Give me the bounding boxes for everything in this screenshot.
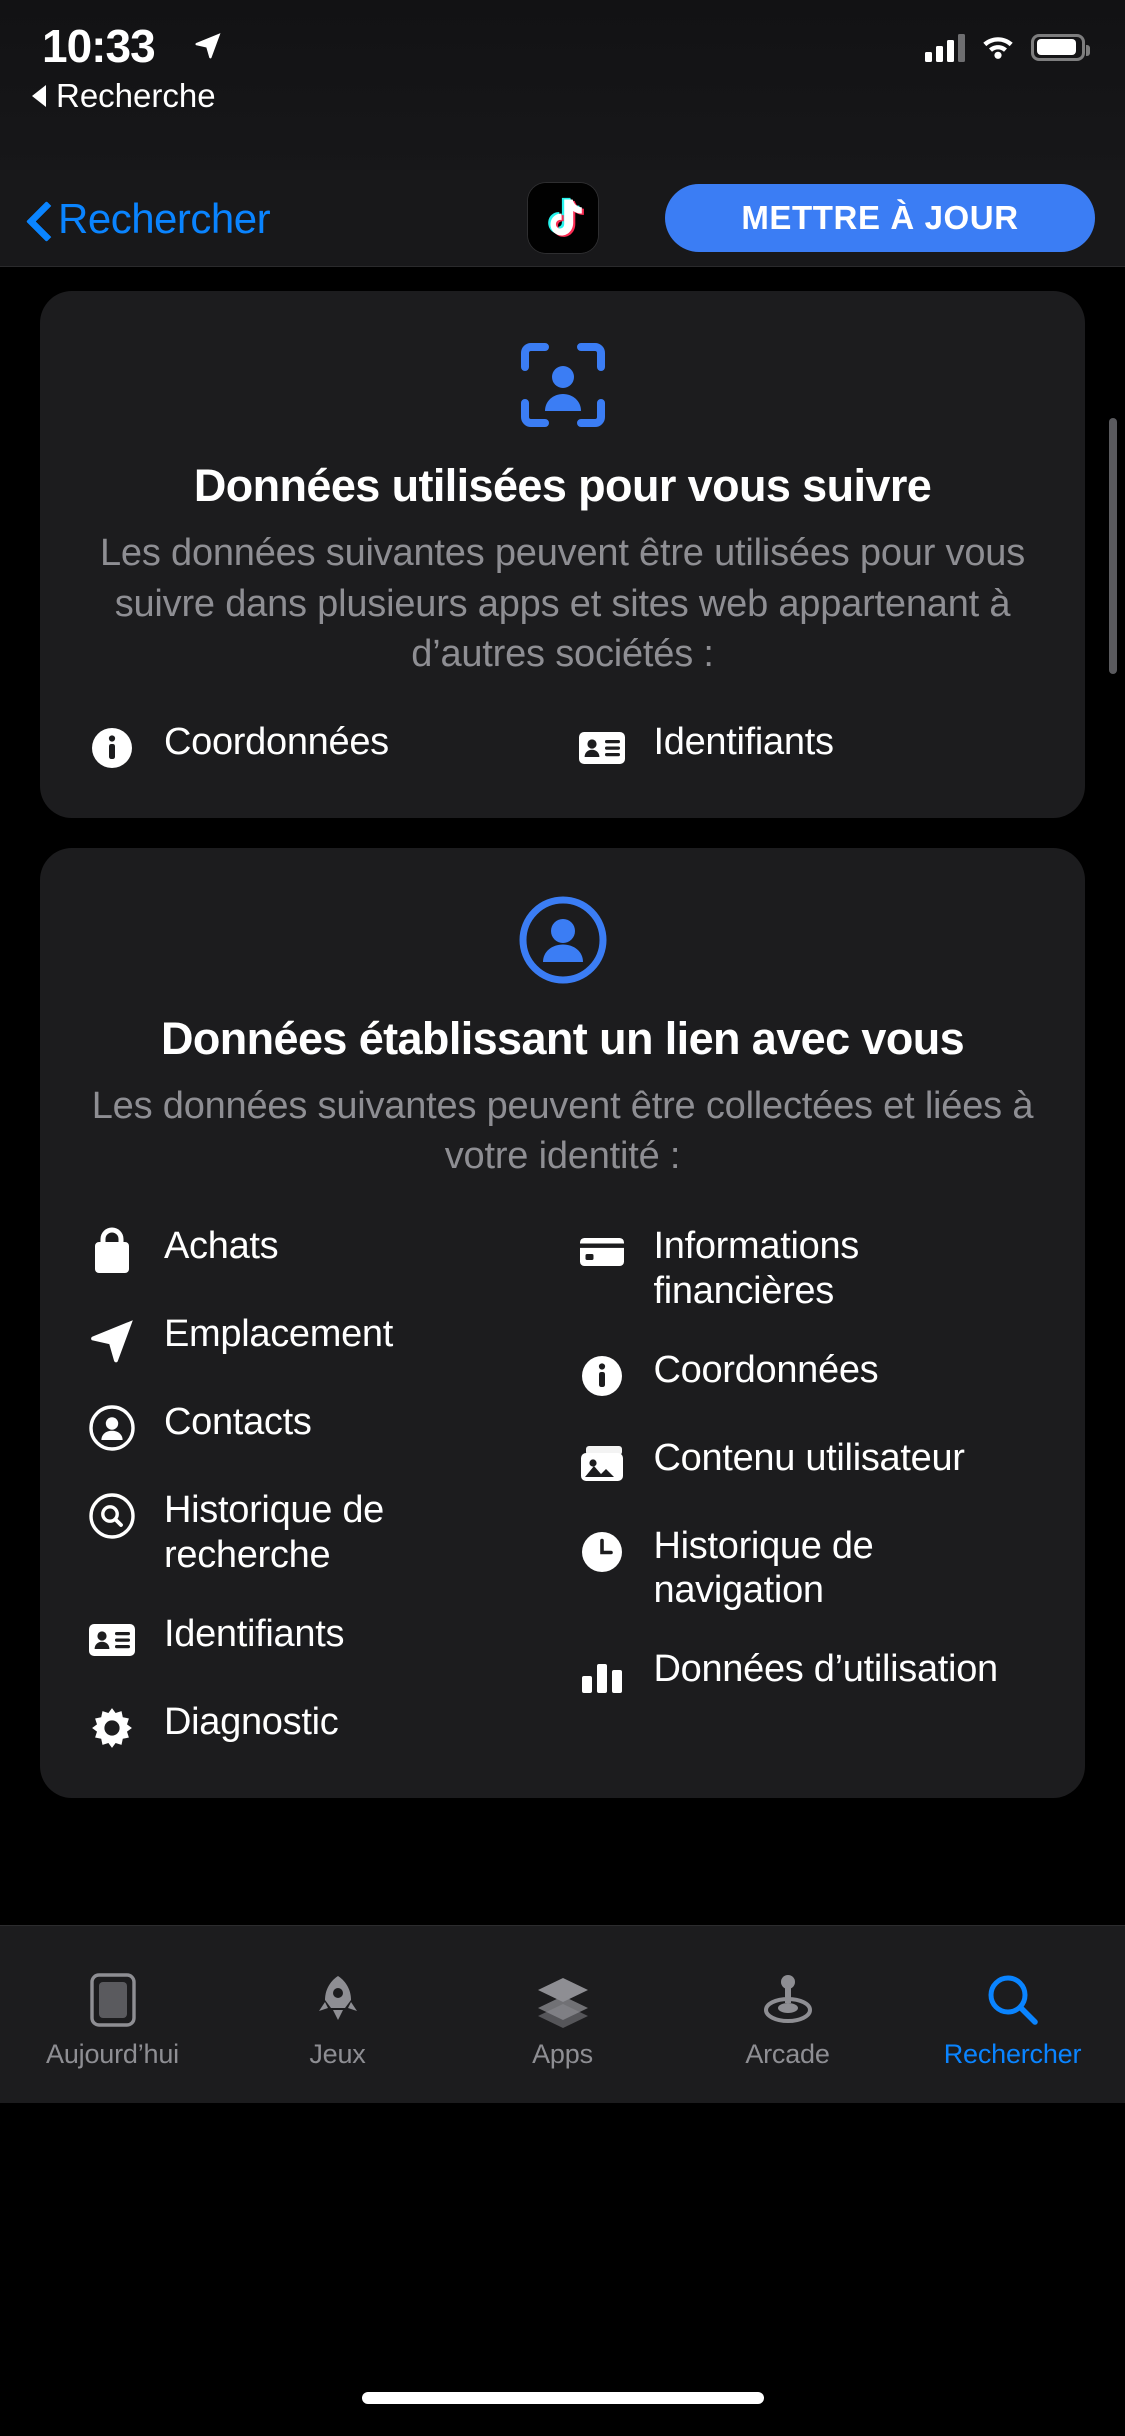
- data-category-item: Coordonnées: [576, 1348, 1040, 1402]
- data-category-label: Données d’utilisation: [653, 1648, 999, 1691]
- tab-apps[interactable]: Apps: [450, 1926, 675, 2103]
- search-icon: [984, 1969, 1042, 2031]
- cellular-signal-icon: [925, 32, 965, 62]
- data-category-column-right: Identifiants: [562, 720, 1040, 774]
- data-category-item: Données d’utilisation: [576, 1647, 1040, 1701]
- info-circle-icon: [86, 722, 138, 774]
- data-category-grid: Coordonnées Identifiants: [86, 720, 1039, 774]
- arcade-joystick-icon: [760, 1969, 816, 2031]
- credit-card-icon: [576, 1226, 628, 1278]
- tab-arcade[interactable]: Arcade: [675, 1926, 900, 2103]
- tab-label: Aujourd’hui: [46, 2039, 179, 2069]
- clock-icon: [576, 1526, 628, 1578]
- tab-label: Rechercher: [943, 2039, 1082, 2069]
- data-category-label: Identifiants: [164, 1612, 345, 1655]
- data-category-item: Achats: [86, 1224, 550, 1278]
- data-category-item: Coordonnées: [86, 720, 389, 774]
- tab-label: Apps: [532, 2039, 593, 2069]
- back-button[interactable]: Rechercher: [24, 170, 271, 267]
- home-indicator[interactable]: [361, 2392, 764, 2404]
- card-data-linked-to-you: Données établissant un lien avec vous Le…: [40, 847, 1085, 1798]
- person-circle-icon: [86, 894, 1039, 986]
- bar-chart-icon: [576, 1649, 628, 1701]
- card-title: Données utilisées pour vous suivre: [193, 460, 932, 511]
- data-category-column-left: Achats Emplacement Contacts Historique d…: [86, 1224, 562, 1754]
- navigation-bar: Rechercher METTRE À JOUR: [0, 170, 1125, 267]
- tab-rechercher[interactable]: Rechercher: [900, 1926, 1125, 2103]
- data-category-label: Coordonnées: [164, 720, 389, 763]
- data-category-column-right: Informations financières Coordonnées Con…: [562, 1224, 1040, 1754]
- data-category-label: Historique de recherche: [164, 1488, 384, 1576]
- info-circle-icon: [576, 1350, 628, 1402]
- data-category-label: Contenu utilisateur: [653, 1436, 965, 1479]
- back-triangle-icon: [32, 85, 46, 107]
- data-category-column-left: Coordonnées: [86, 720, 562, 774]
- contacts-person-circle-icon: [86, 1402, 138, 1454]
- id-card-icon: [86, 1614, 138, 1666]
- vertical-scrollbar[interactable]: [1109, 418, 1117, 674]
- gear-icon: [86, 1702, 138, 1754]
- games-rocket-icon: [311, 1969, 365, 2031]
- tracking-face-frame-icon: [86, 337, 1039, 433]
- tab-aujourdhui[interactable]: Aujourd’hui: [0, 1926, 225, 2103]
- tab-label: Arcade: [745, 2039, 830, 2069]
- data-category-item: Diagnostic: [86, 1700, 550, 1754]
- data-category-item: Historique de navigation: [576, 1524, 1040, 1614]
- data-category-item: Identifiants: [86, 1612, 550, 1666]
- data-category-label: Diagnostic: [164, 1700, 339, 1743]
- update-button[interactable]: METTRE À JOUR: [665, 184, 1095, 252]
- status-indicators: [925, 24, 1090, 70]
- id-card-icon: [576, 722, 628, 774]
- data-category-item: Historique de recherche: [86, 1488, 550, 1578]
- shopping-bag-icon: [86, 1226, 138, 1278]
- location-arrow-icon: [86, 1314, 138, 1366]
- data-category-label: Identifiants: [653, 720, 834, 763]
- card-data-used-to-track-you: Données utilisées pour vous suivre Les d…: [40, 291, 1085, 818]
- back-to-app-breadcrumb[interactable]: Recherche: [32, 76, 216, 116]
- tab-jeux[interactable]: Jeux: [225, 1926, 450, 2103]
- apps-stack-icon: [534, 1969, 592, 2031]
- tiktok-app-icon[interactable]: [527, 183, 598, 253]
- data-category-label: Informations financières: [653, 1224, 860, 1312]
- card-subtitle: Les données suivantes peuvent être colle…: [91, 1084, 1034, 1178]
- back-button-label: Rechercher: [58, 194, 271, 242]
- data-category-label: Historique de navigation: [653, 1524, 874, 1612]
- location-arrow-icon: [195, 33, 221, 59]
- today-icon: [88, 1969, 138, 2031]
- tab-bar: Aujourd’hui Jeux Apps Arcade Rechercher: [0, 1925, 1125, 2436]
- card-title: Données établissant un lien avec vous: [160, 1012, 965, 1064]
- wifi-icon: [983, 37, 1013, 59]
- status-bar: 10:33 Recherche: [0, 0, 1125, 170]
- card-subtitle: Les données suivantes peuvent être utili…: [99, 532, 1026, 676]
- data-category-label: Emplacement: [164, 1312, 394, 1355]
- status-bar-row: 10:33: [0, 18, 1125, 74]
- data-category-item: Identifiants: [576, 720, 834, 774]
- chevron-left-icon: [24, 206, 50, 232]
- data-category-item: Informations financières: [576, 1224, 1040, 1314]
- data-category-grid: Achats Emplacement Contacts Historique d…: [86, 1224, 1039, 1754]
- data-category-label: Achats: [164, 1224, 279, 1267]
- data-category-label: Coordonnées: [653, 1348, 879, 1391]
- data-category-item: Contacts: [86, 1400, 550, 1454]
- magnifier-circle-icon: [86, 1490, 138, 1542]
- privacy-details-scroll-area[interactable]: Données utilisées pour vous suivre Les d…: [0, 267, 1125, 1925]
- tab-label: Jeux: [309, 2039, 366, 2069]
- battery-icon: [1031, 33, 1090, 61]
- data-category-item: Emplacement: [86, 1312, 550, 1366]
- data-category-item: Contenu utilisateur: [576, 1436, 1040, 1490]
- photo-stack-icon: [576, 1438, 628, 1490]
- status-time: 10:33: [42, 20, 156, 72]
- back-to-app-label: Recherche: [56, 77, 216, 114]
- data-category-label: Contacts: [164, 1400, 312, 1443]
